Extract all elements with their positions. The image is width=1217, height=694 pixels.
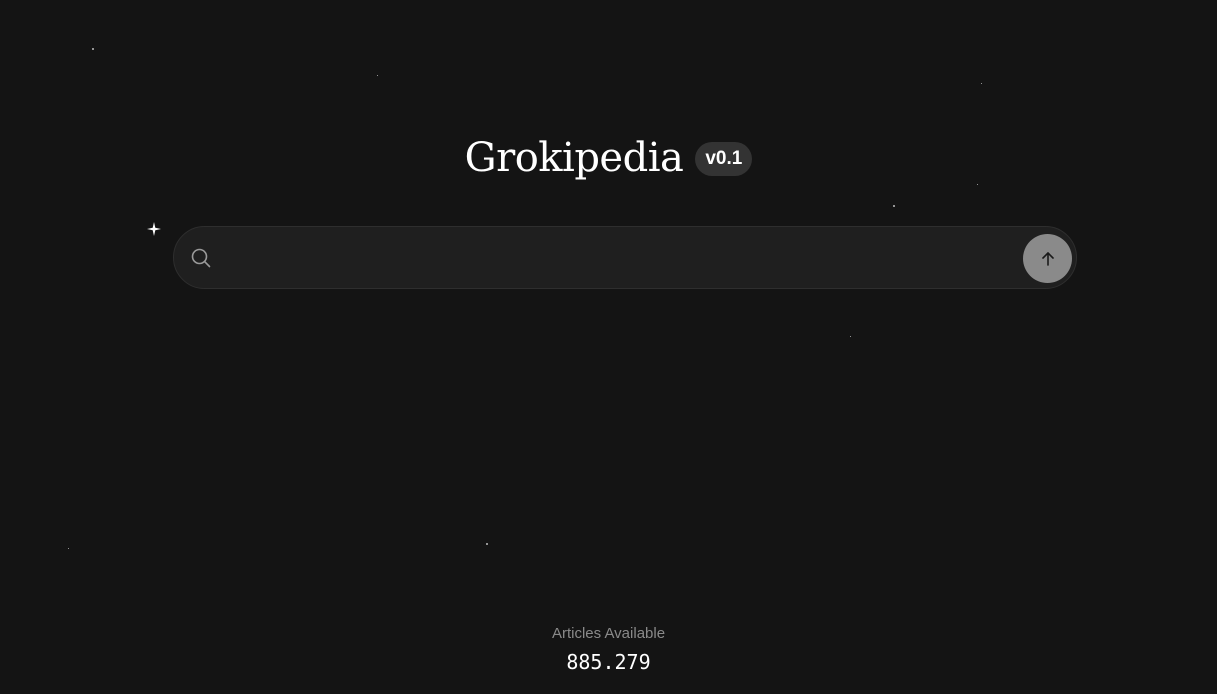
version-badge: v0.1 — [695, 142, 753, 176]
star-decoration — [68, 548, 69, 549]
search-icon — [191, 248, 211, 268]
page: Grokipedia v0.1 Articles Available 885.2… — [0, 0, 1217, 694]
star-decoration — [893, 205, 895, 207]
search-input[interactable] — [226, 239, 1010, 279]
star-decoration — [850, 336, 851, 337]
site-title: Grokipedia — [464, 135, 684, 181]
articles-count: 885.279 — [566, 650, 651, 674]
star-decoration — [486, 543, 488, 545]
articles-available-label: Articles Available — [551, 625, 666, 642]
star-decoration — [92, 48, 94, 50]
articles-stats: Articles Available 885.279 — [0, 624, 1217, 674]
submit-search-button[interactable] — [1023, 234, 1072, 283]
arrow-up-icon — [1041, 251, 1054, 266]
header: Grokipedia v0.1 — [0, 130, 1217, 186]
star-decoration — [981, 83, 982, 84]
search-bar[interactable] — [173, 226, 1077, 289]
sparkle-icon — [147, 222, 161, 236]
star-decoration — [377, 75, 378, 76]
